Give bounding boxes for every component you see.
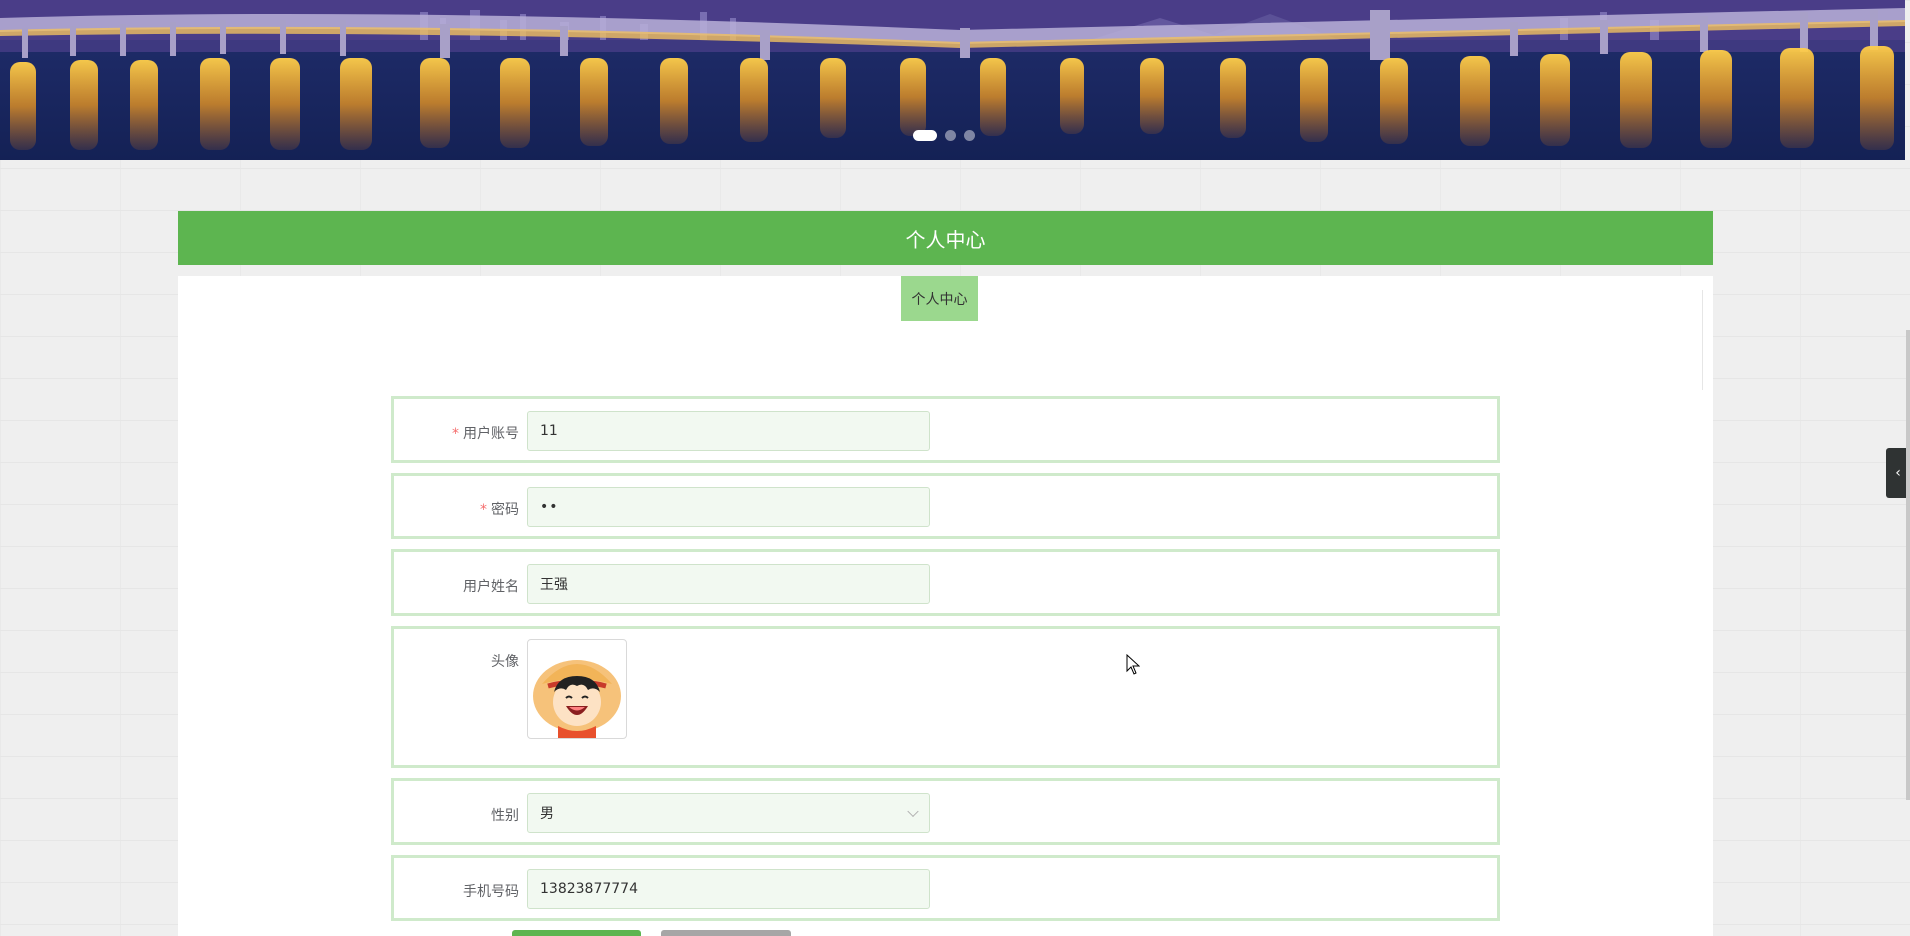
panel-divider: [1702, 290, 1703, 390]
chevron-down-icon: [907, 805, 919, 818]
page-scrollbar[interactable]: [1906, 330, 1910, 800]
fullname-input[interactable]: 王强: [527, 564, 930, 604]
page-title: 个人中心: [178, 211, 1713, 265]
carousel-dot-3[interactable]: [964, 130, 975, 141]
gender-row: 性别 男: [391, 778, 1500, 845]
carousel-indicators: [913, 130, 975, 141]
password-label: * 密码: [480, 502, 519, 518]
password-input[interactable]: ••: [527, 487, 930, 527]
chevron-left-icon: ‹: [1895, 465, 1901, 481]
fullname-label: 用户姓名: [463, 579, 519, 595]
required-mark: *: [480, 502, 487, 518]
required-mark: *: [452, 426, 459, 442]
carousel-dot-1[interactable]: [913, 130, 937, 141]
username-input[interactable]: 11: [527, 411, 930, 451]
username-row: * 用户账号 11: [391, 396, 1500, 463]
banner-carousel: [0, 0, 1905, 160]
cartoon-avatar-icon: [533, 660, 621, 738]
submit-button[interactable]: [512, 930, 641, 936]
avatar-row: 头像: [391, 626, 1500, 768]
mouse-pointer-icon: [1126, 653, 1141, 680]
carousel-dot-2[interactable]: [945, 130, 956, 141]
fullname-row: 用户姓名 王强: [391, 549, 1500, 616]
phone-row: 手机号码 13823877774: [391, 855, 1500, 921]
avatar-label: 头像: [491, 654, 519, 670]
phone-label: 手机号码: [463, 884, 519, 900]
gender-value: 男: [540, 806, 554, 822]
username-label: * 用户账号: [452, 426, 519, 442]
gender-select[interactable]: 男: [527, 793, 930, 833]
avatar-upload[interactable]: [527, 639, 627, 739]
phone-input[interactable]: 13823877774: [527, 869, 930, 909]
gender-label: 性别: [491, 808, 519, 824]
cancel-button[interactable]: [661, 930, 791, 936]
tab-personal-center[interactable]: 个人中心: [901, 276, 978, 321]
password-row: * 密码 ••: [391, 473, 1500, 539]
